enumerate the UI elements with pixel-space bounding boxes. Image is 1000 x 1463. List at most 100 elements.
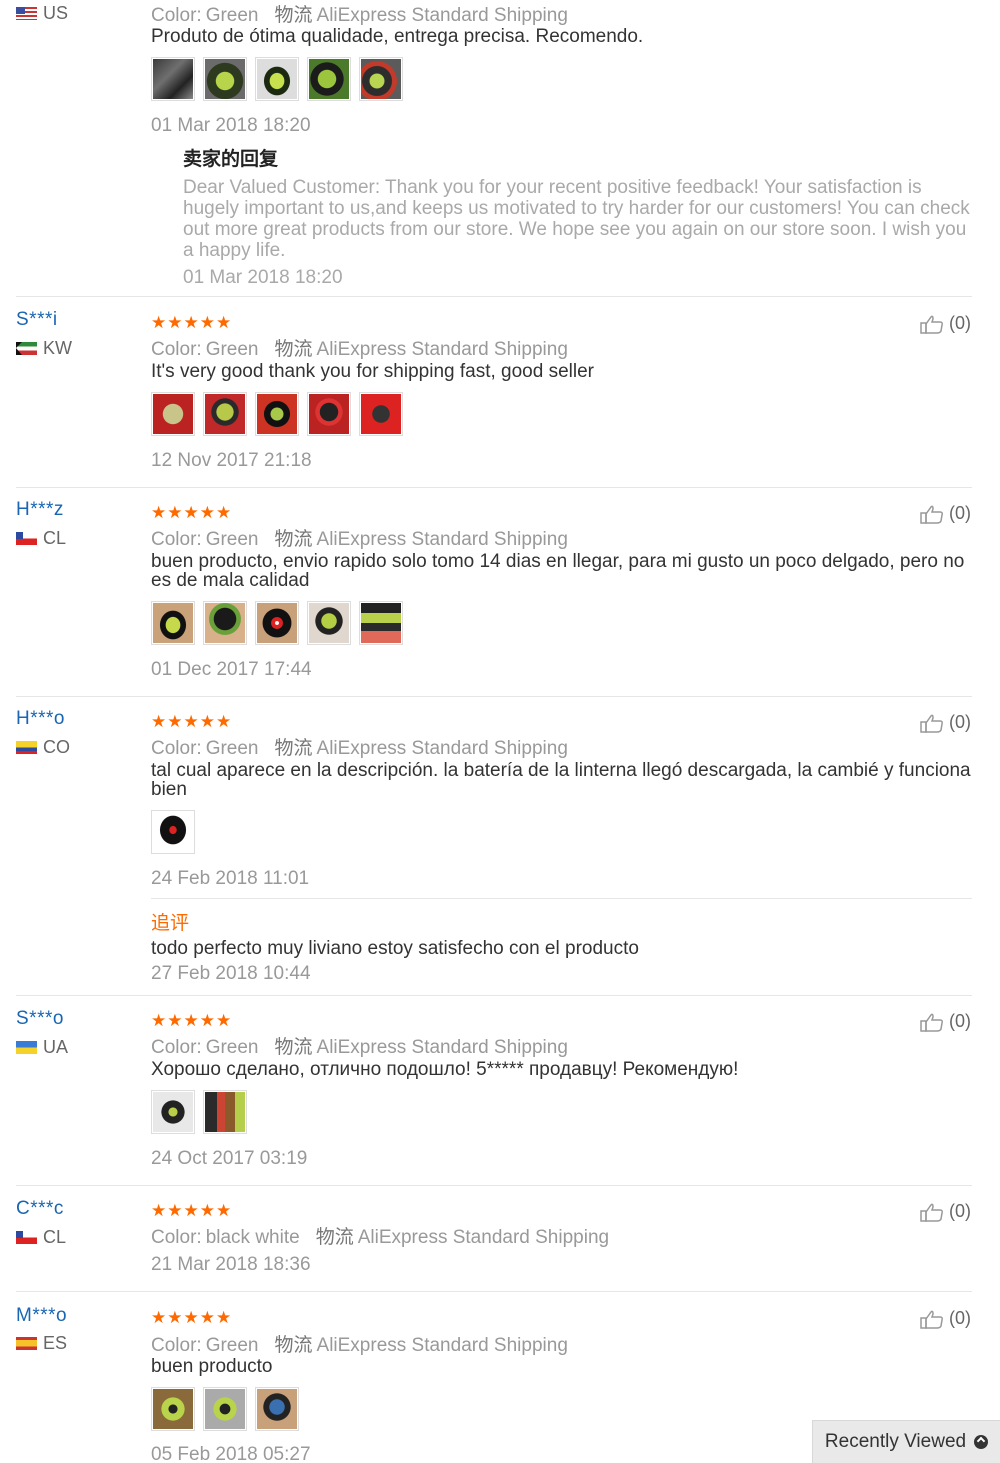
review-photo-thumbnail[interactable]	[307, 57, 351, 101]
review-text: Produto de ótima qualidade, entrega prec…	[151, 26, 644, 47]
us-flag-icon	[16, 7, 37, 20]
review-photo-thumbnail[interactable]	[203, 392, 247, 436]
rating-stars: ★★★★★	[151, 503, 233, 522]
review-date: 01 Dec 2017 17:44	[151, 659, 312, 680]
follow-up-divider	[151, 898, 972, 899]
review-photo-thumbnail[interactable]	[255, 392, 299, 436]
helpful-button[interactable]: (0)	[920, 1308, 971, 1329]
review-date: 24 Oct 2017 03:19	[151, 1148, 308, 1169]
review-divider	[16, 696, 972, 697]
rating-stars: ★★★★★	[151, 1011, 233, 1030]
review-meta: Color: Green 物流 AliExpress Standard Shippin…	[151, 5, 568, 26]
review-text: Хорошо сделано, отлично подошло! 5***** …	[151, 1059, 739, 1080]
review-photo-thumbnail[interactable]	[151, 601, 195, 645]
helpful-button[interactable]: (0)	[920, 712, 971, 733]
review-photo-thumbnail[interactable]	[307, 601, 351, 645]
review-text: buen producto	[151, 1356, 273, 1377]
review-photos	[151, 810, 195, 854]
co-flag-icon	[16, 741, 37, 754]
helpful-button[interactable]: (0)	[920, 1201, 971, 1222]
review-photo-thumbnail[interactable]	[203, 1090, 247, 1134]
review-photo-thumbnail[interactable]	[151, 57, 195, 101]
review-meta: Color: Green 物流 AliExpress Standard Shippin…	[151, 529, 568, 550]
review-meta: Color: black white 物流 AliExpress Standard S…	[151, 1227, 610, 1248]
review-meta: Color: Green 物流 AliExpress Standard Shippin…	[151, 339, 568, 360]
reviewer-country: ES	[16, 1333, 67, 1354]
cl-flag-icon	[16, 1231, 37, 1244]
review-photo-thumbnail[interactable]	[307, 392, 351, 436]
review-photo-thumbnail[interactable]	[151, 1090, 195, 1134]
reviewer-country: UA	[16, 1037, 68, 1058]
review-photo-thumbnail[interactable]	[151, 392, 195, 436]
review-divider	[16, 487, 972, 488]
review-date: 05 Feb 2018 05:27	[151, 1444, 311, 1463]
review-photo-thumbnail[interactable]	[359, 601, 403, 645]
review-date: 01 Mar 2018 18:20	[151, 115, 311, 136]
review-photo-thumbnail[interactable]	[151, 810, 195, 854]
rating-stars: ★★★★★	[151, 1201, 233, 1220]
review-photo-thumbnail[interactable]	[255, 57, 299, 101]
seller-reply-title: 卖家的回复	[183, 149, 279, 170]
reviewer-country: KW	[16, 338, 72, 359]
es-flag-icon	[16, 1337, 37, 1350]
reviewer-name: H***o	[16, 708, 65, 729]
recently-viewed-tab[interactable]: Recently Viewed	[812, 1420, 1000, 1463]
review-photo-thumbnail[interactable]	[255, 1387, 299, 1431]
ua-flag-icon	[16, 1041, 37, 1054]
seller-reply: 卖家的回复 Dear Valued Customer: Thank you fo…	[183, 144, 973, 289]
reviewer-name: H***z	[16, 499, 64, 520]
review-photos	[151, 57, 403, 101]
helpful-button[interactable]: (0)	[920, 313, 971, 334]
seller-reply-date: 01 Mar 2018 18:20	[183, 267, 343, 288]
review-photo-thumbnail[interactable]	[203, 1387, 247, 1431]
kw-flag-icon	[16, 342, 37, 355]
review-divider	[16, 1291, 972, 1292]
review-photo-thumbnail[interactable]	[203, 601, 247, 645]
rating-stars: ★★★★★	[151, 1308, 233, 1327]
review-photo-thumbnail[interactable]	[359, 57, 403, 101]
reviewer-country: US	[16, 3, 68, 24]
reviewer-name: S***i	[16, 309, 58, 330]
review-meta: Color: Green 物流 AliExpress Standard Shippin…	[151, 1335, 568, 1356]
thumbs-up-icon	[920, 504, 946, 524]
helpful-button[interactable]: (0)	[920, 503, 971, 524]
reviewer-country: CL	[16, 1227, 66, 1248]
follow-up-date: 27 Feb 2018 10:44	[151, 963, 311, 984]
reviewer-name: M***o	[16, 1305, 68, 1326]
follow-up-text: todo perfecto muy liviano estoy satisfec…	[151, 938, 639, 959]
rating-stars: ★★★★★	[151, 313, 233, 332]
review-photo-thumbnail[interactable]	[151, 1387, 195, 1431]
thumbs-up-icon	[920, 1309, 946, 1329]
recently-viewed-label: Recently Viewed	[824, 1431, 967, 1452]
review-text: It's very good thank you for shipping fa…	[151, 361, 594, 382]
thumbs-up-icon	[920, 1202, 946, 1222]
follow-up-title: 追评	[151, 913, 190, 934]
review-text: buen producto, envio rapido solo tomo 14…	[151, 551, 965, 591]
review-divider	[16, 296, 972, 297]
review-date: 12 Nov 2017 21:18	[151, 450, 312, 471]
reviewer-name: C***c	[16, 1198, 64, 1219]
review-photos	[151, 601, 403, 645]
seller-reply-text: Dear Valued Customer: Thank you for your…	[183, 177, 970, 261]
reviewer-country: CO	[16, 737, 70, 758]
review-date: 24 Feb 2018 11:01	[151, 868, 310, 889]
review-photos	[151, 1090, 247, 1134]
review-date: 21 Mar 2018 18:36	[151, 1254, 311, 1275]
thumbs-up-icon	[920, 1012, 946, 1032]
helpful-button[interactable]: (0)	[920, 1011, 971, 1032]
review-photo-thumbnail[interactable]	[203, 57, 247, 101]
review-photo-thumbnail[interactable]	[359, 392, 403, 436]
thumbs-up-icon	[920, 314, 946, 334]
rating-stars: ★★★★★	[151, 712, 233, 731]
review-photo-thumbnail[interactable]	[255, 601, 299, 645]
cl-flag-icon	[16, 532, 37, 545]
review-photos	[151, 392, 403, 436]
review-meta: Color: Green 物流 AliExpress Standard Shippin…	[151, 738, 568, 759]
review-text: tal cual aparece en la descripción. la b…	[151, 760, 971, 800]
chevron-up-icon	[974, 1435, 989, 1449]
thumbs-up-icon	[920, 713, 946, 733]
review-meta: Color: Green 物流 AliExpress Standard Shippin…	[151, 1037, 568, 1058]
review-divider	[16, 1185, 972, 1186]
review-photos	[151, 1387, 299, 1431]
reviewer-name: S***o	[16, 1008, 64, 1029]
